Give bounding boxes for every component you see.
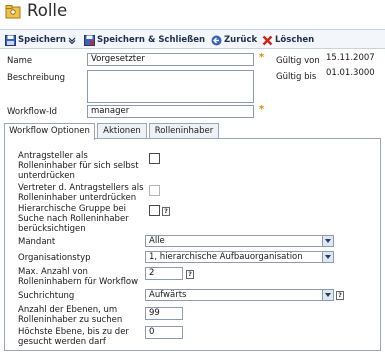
org-type-label: Organisationstyp — [18, 253, 91, 263]
valid-to-label: Gültig bis — [276, 72, 317, 82]
suppress-applicant-checkbox[interactable] — [149, 153, 160, 164]
levels-label: Anzahl der Ebenen, um Rolleninhaber zu s… — [18, 305, 123, 325]
mandant-select[interactable]: Alle — [145, 235, 334, 247]
mandant-value: Alle — [149, 236, 165, 246]
search-direction-value: Aufwärts — [149, 290, 187, 300]
help-icon[interactable]: ? — [336, 291, 344, 300]
max-holders-label: Max. Anzahl von Rolleninhabern für Workf… — [18, 267, 139, 287]
workflow-id-label: Workflow-Id — [7, 107, 57, 117]
tab-actions[interactable]: Aktionen — [97, 123, 147, 139]
save-and-close-label: Speichern & Schließen — [97, 35, 206, 45]
tab-workflow-options[interactable]: Workflow Optionen — [4, 123, 95, 140]
help-icon[interactable]: ? — [162, 207, 170, 216]
org-type-select[interactable]: 1, hierarchische Aufbauorganisation — [145, 251, 334, 263]
suppress-deputy-checkbox[interactable] — [149, 185, 160, 196]
chevron-down-icon[interactable] — [68, 36, 76, 44]
valid-to-value: 01.01.3000 — [326, 68, 375, 78]
highest-level-label: Höchste Ebene, bis zu der gesucht werden… — [18, 327, 129, 347]
max-holders-field[interactable]: 2 — [145, 267, 183, 280]
suppress-applicant-label: Antragsteller als Rolleninhaber für sich… — [18, 151, 139, 181]
name-label: Name — [7, 56, 33, 66]
chevron-down-icon[interactable] — [322, 236, 333, 246]
search-direction-select[interactable]: Aufwärts — [145, 289, 334, 301]
role-folder-icon — [5, 5, 21, 19]
save-button[interactable]: Speichern — [5, 33, 76, 47]
levels-field[interactable]: 99 — [145, 307, 183, 320]
valid-from-value: 15.11.2007 — [326, 53, 375, 63]
help-icon[interactable]: ? — [186, 270, 194, 279]
delete-button[interactable]: Löschen — [262, 33, 314, 47]
save-and-close-button[interactable]: Speichern & Schließen — [84, 33, 205, 47]
back-label: Zurück — [224, 35, 258, 45]
toolbar: Speichern Speichern & Schließen Zurück L… — [0, 29, 385, 49]
valid-from-label: Gültig von — [276, 56, 320, 66]
mandant-label: Mandant — [18, 237, 56, 247]
description-label: Beschreibung — [7, 73, 66, 83]
delete-label: Löschen — [275, 35, 315, 45]
hierarchical-group-checkbox[interactable] — [149, 205, 160, 216]
delete-x-icon — [262, 35, 273, 45]
search-direction-label: Suchrichtung — [18, 291, 75, 301]
chevron-down-icon[interactable] — [322, 252, 333, 262]
highest-level-field[interactable]: 0 — [145, 326, 183, 339]
suppress-deputy-label: Vertreter d. Antragstellers als Rollenin… — [18, 183, 144, 203]
hierarchical-group-label: Hierarchische Gruppe bei Suche nach Roll… — [18, 204, 129, 234]
chevron-down-icon[interactable] — [322, 290, 333, 300]
floppy-disk-icon — [5, 34, 16, 46]
back-arrow-icon — [211, 35, 222, 45]
page-title: Rolle — [27, 1, 68, 20]
save-label: Speichern — [18, 35, 66, 45]
workflow-id-field[interactable]: manager — [87, 105, 254, 118]
title-bar: Rolle — [0, 0, 385, 26]
name-field[interactable]: Vorgesetzter — [87, 53, 254, 66]
workflow-id-required-mark: * — [259, 104, 265, 115]
floppy-disk-close-icon — [84, 34, 95, 46]
description-field[interactable] — [87, 70, 254, 103]
back-button[interactable]: Zurück — [211, 33, 257, 47]
name-required-mark: * — [259, 52, 265, 63]
org-type-value: 1, hierarchische Aufbauorganisation — [149, 252, 303, 262]
tab-role-holders[interactable]: Rolleninhaber — [149, 123, 219, 139]
